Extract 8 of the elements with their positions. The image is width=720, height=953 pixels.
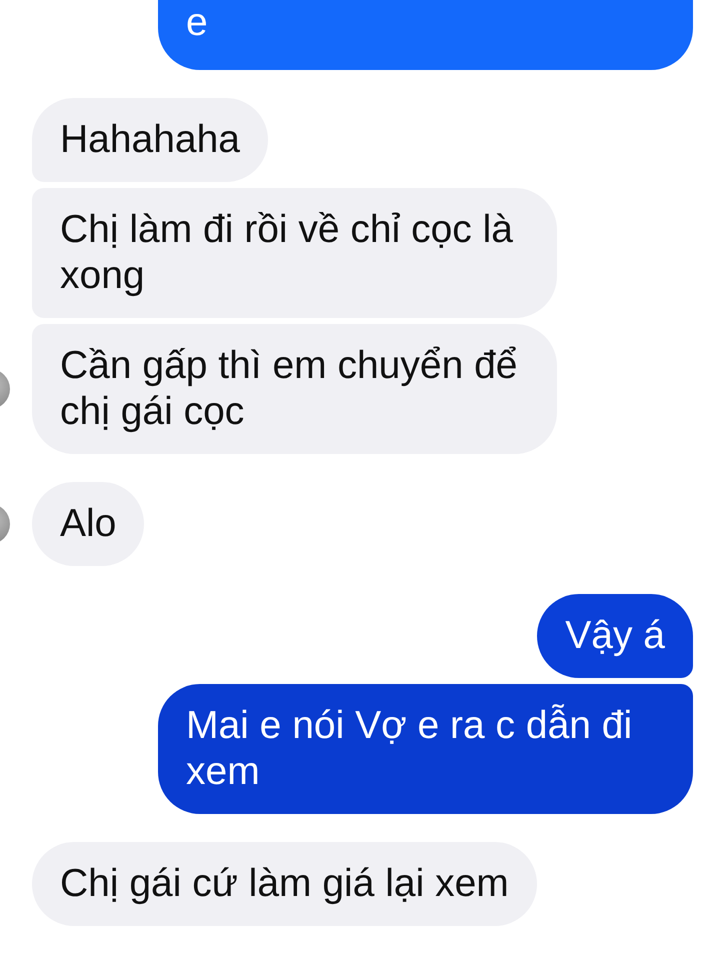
message-bubble: e	[158, 0, 693, 70]
message-bubble: Chị gái cứ làm giá lại xem	[32, 842, 537, 926]
message-bubble: Alo	[32, 482, 144, 566]
message-bubble: Chị làm đi rồi về chỉ cọc là xong	[32, 188, 557, 318]
message-bubble: Cần gấp thì em chuyển để chị gái cọc	[32, 324, 557, 454]
message-bubble: Hahahaha	[32, 98, 268, 182]
message-bubble: Vậy á	[537, 594, 693, 678]
message-bubble: Mai e nói Vợ e ra c dẫn đi xem	[158, 684, 693, 814]
